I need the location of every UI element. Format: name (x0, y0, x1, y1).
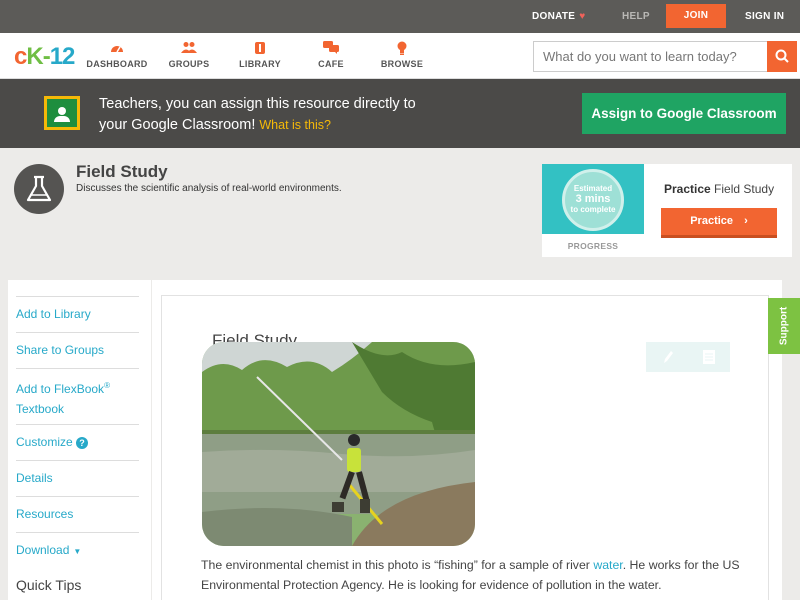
logo-k: K (26, 43, 43, 70)
nav-label: BROWSE (380, 59, 424, 69)
search-input[interactable] (534, 42, 764, 71)
practice-title-rest: Field Study (714, 182, 775, 196)
gauge-icon (82, 41, 152, 57)
details-link[interactable]: Details (16, 460, 139, 496)
nav-label: GROUPS (168, 59, 210, 69)
logo-num: 12 (49, 43, 76, 70)
registered-mark: ® (104, 381, 110, 390)
nav-label: DASHBOARD (86, 59, 148, 69)
google-classroom-icon (44, 96, 80, 130)
practice-title: Practice Field Study (664, 182, 774, 196)
help-icon[interactable]: ? (76, 437, 89, 449)
nav-browse[interactable]: BROWSE (367, 41, 437, 69)
chat-icon (296, 41, 366, 57)
people-icon (154, 41, 224, 57)
search-box (533, 41, 797, 72)
practice-button-label: Practice (690, 215, 734, 227)
help-link[interactable]: HELP (622, 0, 650, 33)
flexbook-label: Add to FlexBook (16, 382, 105, 396)
donate-link[interactable]: DONATE ♥ (532, 0, 586, 33)
heart-icon: ♥ (579, 11, 586, 22)
flask-icon (14, 164, 64, 214)
nav-library[interactable]: LIBRARY (225, 41, 295, 69)
nav-cafe[interactable]: CAFE (296, 41, 366, 69)
logo-dash: - (42, 43, 51, 70)
nav-dashboard[interactable]: DASHBOARD (82, 41, 152, 69)
practice-button[interactable]: Practice › (661, 208, 777, 238)
estimate-label: Estimated (573, 184, 613, 193)
quick-tips-heading: Quick Tips (16, 577, 82, 593)
ck12-logo[interactable]: cK-12 (14, 43, 76, 71)
download-label: Download (16, 543, 70, 557)
page-title: Field Study (76, 162, 168, 181)
what-is-this-link[interactable]: What is this? (259, 118, 331, 132)
flexbook-label-2: Textbook (16, 402, 65, 416)
main-nav: cK-12 DASHBOARD GROUPS LIBRARY CAFE BROW… (0, 33, 800, 79)
logo-c: c (14, 43, 27, 70)
progress-badge: Estimated 3 mins to complete (542, 164, 644, 234)
book-icon (225, 41, 295, 57)
sidebar: Add to Library Share to Groups Add to Fl… (8, 280, 151, 600)
notes-icon[interactable] (688, 342, 730, 372)
search-icon (775, 49, 789, 63)
estimate-text: Estimated 3 mins to complete (542, 184, 644, 214)
banner-text: Teachers, you can assign this resource d… (99, 94, 459, 136)
nav-label: CAFE (318, 59, 344, 69)
pencil-icon[interactable] (646, 342, 688, 372)
banner-line-1: Teachers, you can assign this resource d… (99, 96, 416, 112)
nav-groups[interactable]: GROUPS (154, 41, 224, 69)
support-tab[interactable]: Support (768, 298, 800, 354)
caret-down-icon: ▼ (73, 547, 82, 556)
search-button[interactable] (767, 41, 797, 72)
customize-link[interactable]: Customize ? (16, 424, 139, 460)
add-to-flexbook-link[interactable]: Add to FlexBook® Textbook (16, 368, 139, 424)
water-link[interactable]: water (593, 558, 622, 572)
field-study-photo (202, 342, 475, 546)
progress-label: PROGRESS (567, 241, 619, 251)
donate-label: DONATE (532, 11, 576, 22)
top-bar: DONATE ♥ HELP JOIN SIGN IN (0, 0, 800, 33)
practice-title-bold: Practice (664, 182, 711, 196)
content-toolbar (646, 342, 730, 372)
banner-line-2: your Google Classroom! (99, 117, 256, 133)
paragraph-text: The environmental chemist in this photo … (201, 558, 594, 572)
bulb-icon (367, 41, 437, 57)
practice-card: Estimated 3 mins to complete PROGRESS Pr… (542, 164, 792, 257)
nav-label: LIBRARY (239, 59, 281, 69)
page-description: Discusses the scientific analysis of rea… (76, 183, 342, 194)
assign-google-classroom-button[interactable]: Assign to Google Classroom (582, 93, 786, 134)
add-to-library-link[interactable]: Add to Library (16, 296, 139, 332)
content-paragraph: The environmental chemist in this photo … (201, 555, 741, 595)
estimate-mins: 3 mins (575, 193, 611, 205)
chevron-right-icon: › (744, 215, 748, 227)
support-label: Support (778, 306, 790, 346)
resources-link[interactable]: Resources (16, 496, 139, 532)
estimate-complete: to complete (570, 205, 616, 214)
download-link[interactable]: Download ▼ (16, 532, 139, 568)
join-button[interactable]: JOIN (666, 4, 726, 28)
sign-in-link[interactable]: SIGN IN (745, 0, 784, 33)
customize-label: Customize (16, 435, 73, 449)
share-to-groups-link[interactable]: Share to Groups (16, 332, 139, 368)
